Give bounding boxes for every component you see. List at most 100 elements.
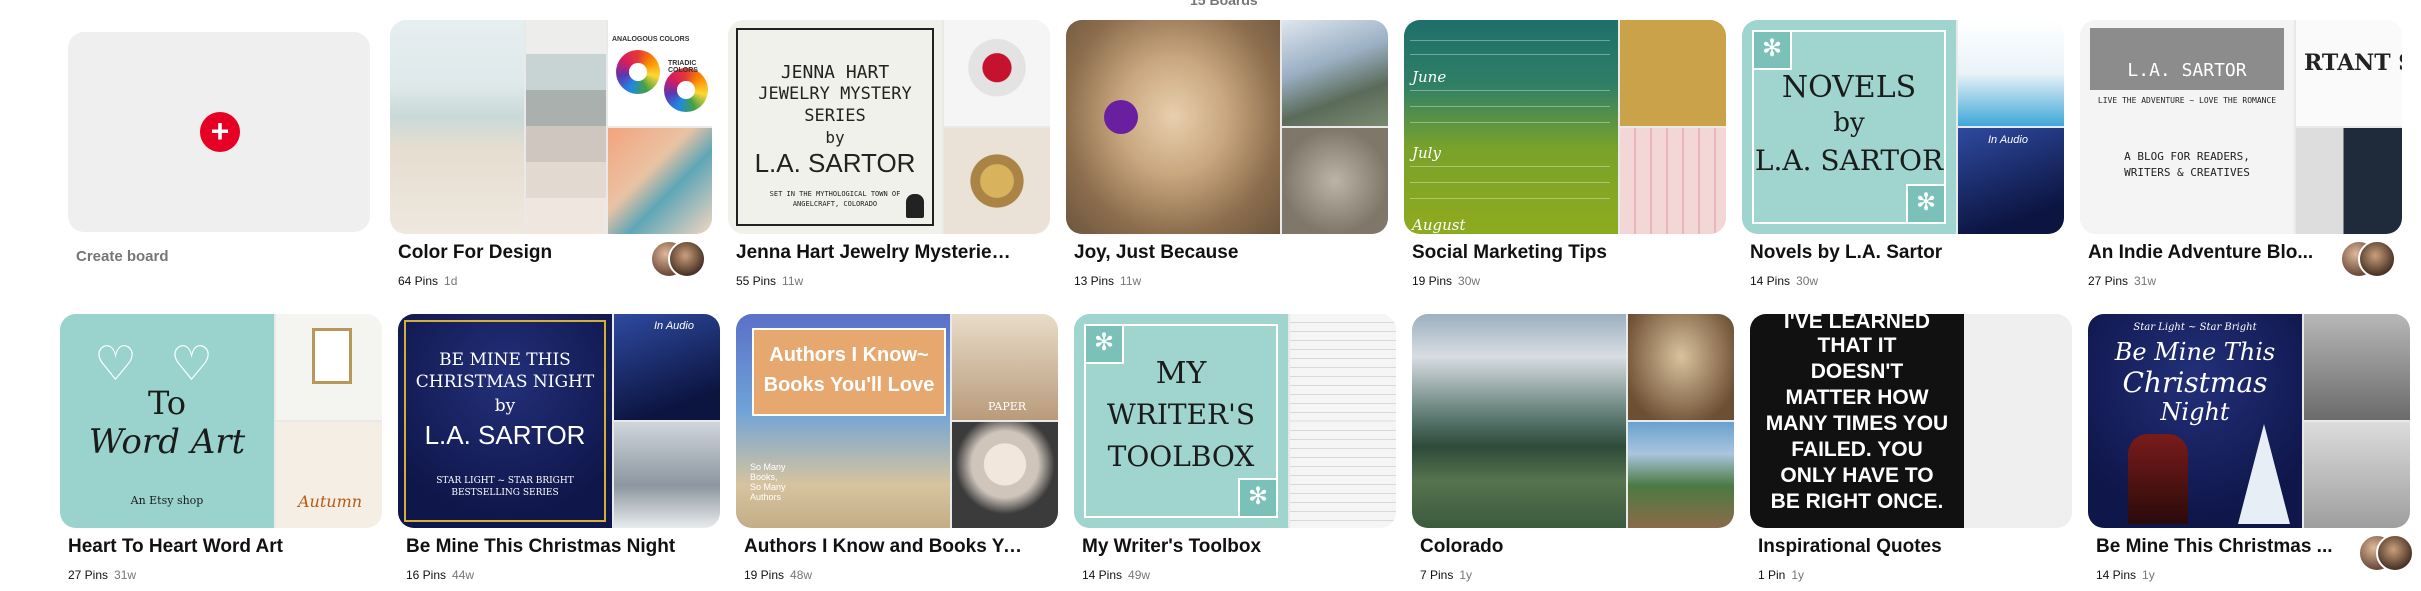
audio-book-image: In Audio <box>1958 128 2064 234</box>
board-cover[interactable]: I'VE LEARNED THAT IT DOESN'T MATTER HOW … <box>1750 314 2072 528</box>
couple-figure <box>2128 434 2188 524</box>
collaborator-avatars[interactable] <box>2358 534 2414 572</box>
novels-title-image: ✻ ✻ NOVELS by L.A. SARTOR <box>1742 20 1956 234</box>
boards-grid: + Create board ANALOGOUS COLORS TRIADIC … <box>0 0 2421 591</box>
pin-count: 14 Pins <box>1082 568 1123 582</box>
last-updated: 31w <box>114 568 137 582</box>
pin-count: 14 Pins <box>1750 274 1791 288</box>
last-updated: 31w <box>2134 274 2157 288</box>
board-card[interactable]: Authors I Know~ Books You'll Love So Man… <box>736 314 1058 582</box>
board-meta: 13 Pins 11w <box>1074 274 1141 288</box>
sub-caption: So Many Books, So Many Authors <box>750 462 786 502</box>
board-title[interactable]: Be Mine This Christmas Night <box>406 536 686 558</box>
mountain-lake-image <box>1412 314 1626 528</box>
board-meta: 1 Pin 1y <box>1758 568 1804 582</box>
board-meta: 27 Pins 31w <box>2088 274 2156 288</box>
board-title[interactable]: Social Marketing Tips <box>1412 242 1692 264</box>
pin-count: 7 Pins <box>1420 568 1454 582</box>
board-meta: 14 Pins 30w <box>1750 274 1818 288</box>
last-updated: 1y <box>2142 568 2155 582</box>
pin-count: 27 Pins <box>2088 274 2129 288</box>
grid-chart-image <box>1620 128 1726 234</box>
mountain-goat-image <box>1282 20 1388 126</box>
gold-brooch-image <box>944 128 1050 234</box>
board-cover[interactable]: L.A. SARTOR LIVE THE ADVENTURE ~ LOVE TH… <box>2080 20 2402 234</box>
pin-count: 1 Pin <box>1758 568 1786 582</box>
pin-count: 16 Pins <box>406 568 447 582</box>
collaborator-avatars[interactable] <box>2340 240 2396 278</box>
board-title[interactable]: Joy, Just Because <box>1074 242 1354 264</box>
board-cover[interactable]: ANALOGOUS COLORS TRIADIC COLORS <box>390 20 712 234</box>
board-card[interactable]: ♡ ♡ To Word Art An Etsy shop Autumn Hear… <box>60 314 382 582</box>
board-cover[interactable] <box>1412 314 1734 528</box>
board-card[interactable]: June July August Social Marketing Tips 1… <box>1404 20 1726 288</box>
pin-count: 19 Pins <box>1412 274 1453 288</box>
board-title[interactable]: Authors I Know and Books Yo... <box>744 536 1024 558</box>
board-card[interactable]: Joy, Just Because 13 Pins 11w <box>1066 20 1388 288</box>
board-meta: 16 Pins 44w <box>406 568 474 582</box>
board-title[interactable]: Be Mine This Christmas ... <box>2096 536 2376 558</box>
toolbox-title-image: ✻ ✻ MY WRITER'S TOOLBOX <box>1074 314 1288 528</box>
board-card[interactable]: BE MINE THIS CHRISTMAS NIGHT by L.A. SAR… <box>398 314 720 582</box>
board-card[interactable]: I'VE LEARNED THAT IT DOESN'T MATTER HOW … <box>1750 314 2072 582</box>
board-cover[interactable]: Authors I Know~ Books You'll Love So Man… <box>736 314 1058 528</box>
board-cover[interactable] <box>1066 20 1388 234</box>
analogous-label: ANALOGOUS COLORS <box>612 36 690 43</box>
empty-slot <box>1966 422 2072 528</box>
board-cover[interactable]: Star Light ~ Star Bright Be Mine This Ch… <box>2088 314 2410 528</box>
cat-silhouette-icon <box>906 194 924 218</box>
palette-collage-image <box>608 128 712 234</box>
board-meta: 19 Pins 48w <box>744 568 812 582</box>
board-cover[interactable]: ♡ ♡ To Word Art An Etsy shop Autumn <box>60 314 382 528</box>
last-updated: 1y <box>1459 568 1473 582</box>
board-cover[interactable]: BE MINE THIS CHRISTMAS NIGHT by L.A. SAR… <box>398 314 720 528</box>
tree-icon <box>2238 424 2290 524</box>
board-meta: 14 Pins 49w <box>1082 568 1150 582</box>
board-title[interactable]: Jenna Hart Jewelry Mysteries ... <box>736 242 1016 264</box>
article-image: RTANT S <box>2296 20 2402 126</box>
ruby-ring-image <box>944 20 1050 126</box>
purple-flower <box>1104 100 1138 134</box>
word-art-image: ♡ ♡ To Word Art An Etsy shop <box>60 314 274 528</box>
christmas-cover-image: Star Light ~ Star Bright Be Mine This Ch… <box>2088 314 2302 528</box>
board-cover[interactable]: June July August <box>1404 20 1726 234</box>
beach-image <box>390 20 524 234</box>
board-title[interactable]: An Indie Adventure Blo... <box>2088 242 2368 264</box>
empty-slot <box>1966 314 2072 420</box>
animal-image <box>1282 128 1388 234</box>
add-icon[interactable]: + <box>200 112 240 152</box>
last-updated: 1y <box>1791 568 1805 582</box>
board-card[interactable]: ANALOGOUS COLORS TRIADIC COLORS Color Fo… <box>390 20 712 288</box>
avatar <box>668 240 706 278</box>
board-title[interactable]: Color For Design <box>398 242 678 264</box>
collaborator-avatars[interactable] <box>650 240 706 278</box>
board-title[interactable]: Inspirational Quotes <box>1758 536 2038 558</box>
gold-tile-image <box>1620 20 1726 126</box>
create-board-tile[interactable]: + Create board <box>68 32 370 265</box>
pin-count: 14 Pins <box>2096 568 2137 582</box>
board-card[interactable]: ✻ ✻ NOVELS by L.A. SARTOR In Audio Novel… <box>1742 20 2064 288</box>
town-image <box>1628 422 1734 528</box>
board-cover[interactable]: ✻ ✻ NOVELS by L.A. SARTOR In Audio <box>1742 20 2064 234</box>
board-card[interactable]: Colorado 7 Pins 1y <box>1412 314 1734 582</box>
create-board-label[interactable]: Create board <box>76 248 169 265</box>
triadic-label: TRIADIC COLORS <box>668 60 698 74</box>
board-title[interactable]: Colorado <box>1420 536 1700 558</box>
board-card[interactable]: L.A. SARTOR LIVE THE ADVENTURE ~ LOVE TH… <box>2080 20 2402 288</box>
pin-count: 64 Pins <box>398 274 439 288</box>
series-title-image: JENNA HART JEWELRY MYSTERY SERIES by L.A… <box>728 20 942 234</box>
board-meta: 27 Pins 31w <box>68 568 136 582</box>
board-card[interactable]: ✻ ✻ MY WRITER'S TOOLBOX My Writer's Tool… <box>1074 314 1396 582</box>
board-card[interactable]: JENNA HART JEWELRY MYSTERY SERIES by L.A… <box>728 20 1050 288</box>
snowflake-icon: ✻ <box>1752 30 1792 70</box>
board-card[interactable]: Star Light ~ Star Bright Be Mine This Ch… <box>2088 314 2414 582</box>
board-cover[interactable]: ✻ ✻ MY WRITER'S TOOLBOX <box>1074 314 1396 528</box>
board-title[interactable]: My Writer's Toolbox <box>1082 536 1362 558</box>
board-title[interactable]: Heart To Heart Word Art <box>68 536 348 558</box>
puppy-image <box>1066 20 1280 234</box>
board-meta: 55 Pins 11w <box>736 274 803 288</box>
last-updated: 49w <box>1128 568 1151 582</box>
board-cover[interactable]: JENNA HART JEWELRY MYSTERY SERIES by L.A… <box>728 20 1050 234</box>
last-updated: 30w <box>1458 274 1481 288</box>
board-title[interactable]: Novels by L.A. Sartor <box>1750 242 2030 264</box>
